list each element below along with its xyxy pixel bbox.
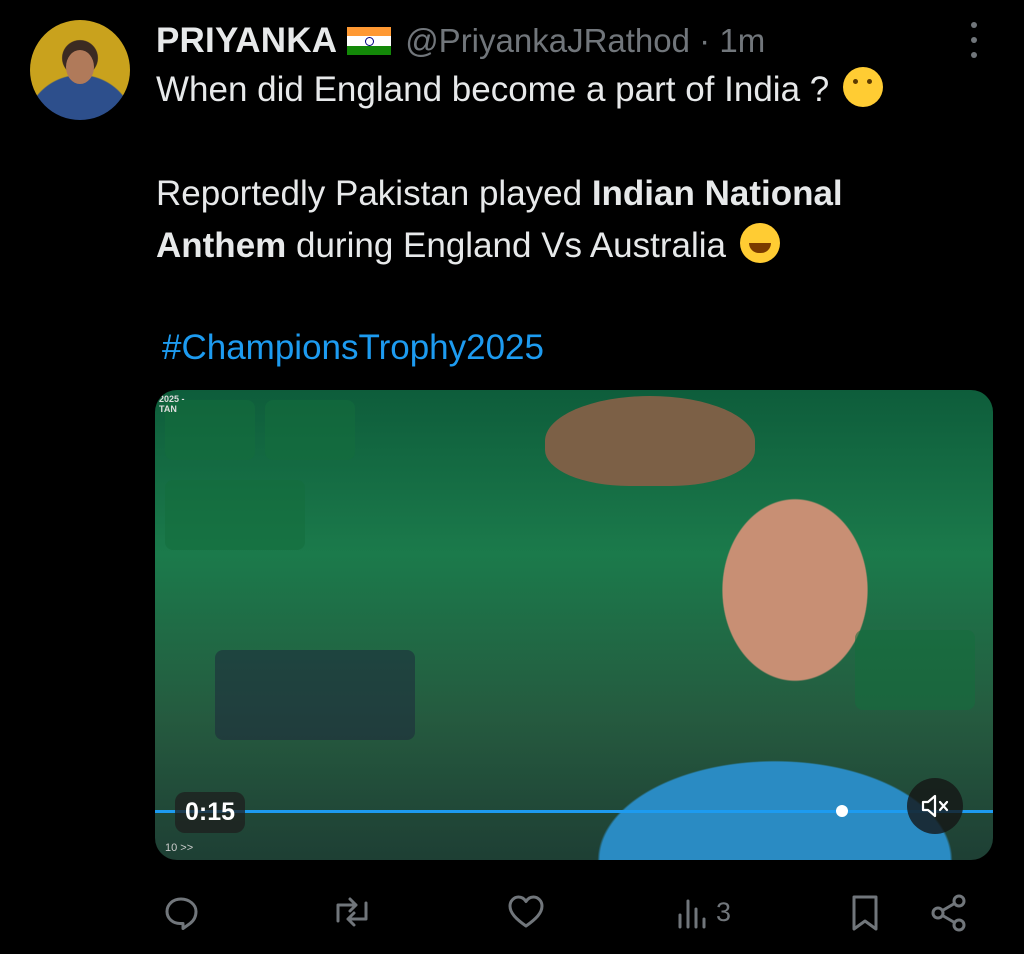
video-timestamp: 0:15 [175,792,246,833]
tweet-line-2-text: Reportedly Pakistan played [156,174,592,213]
share-button[interactable] [928,893,970,933]
reply-icon [165,897,198,930]
video-player[interactable]: 2025 - TAN 0:15 10 >> [155,390,993,860]
tweet-text-line-2: Reportedly Pakistan played Indian Nation… [156,168,843,220]
like-button[interactable] [506,893,546,931]
tweet-text-line-1: When did England become a part of India … [156,64,883,116]
heart-icon [508,895,544,928]
hashtag-link[interactable]: #ChampionsTrophy2025 [162,328,544,368]
views-button[interactable]: 3 [676,893,731,931]
bookmark-icon [852,895,878,931]
thinking-face-emoji [842,67,883,107]
tweet-text-line-3: Anthem during England Vs Australia [156,220,780,272]
tweet-header: PRIYANKA @PriyankaJRathod · 1m [156,18,765,64]
retweet-button[interactable] [330,893,374,931]
india-flag-icon [347,27,392,55]
retweet-icon [336,897,368,927]
player-head [545,396,755,486]
bold-phrase-1: Indian National [591,174,843,213]
separator-dot: · [699,22,711,59]
video-progress-bar[interactable] [155,805,993,817]
author-name[interactable]: PRIYANKA [156,21,337,61]
broadcast-watermark: 2025 - TAN [159,394,185,414]
tweet-line-1-text: When did England become a part of India … [156,70,830,109]
more-options-icon[interactable] [962,22,986,58]
tweet-line-3-text: during England Vs Australia [286,226,727,265]
bold-phrase-2: Anthem [156,226,287,265]
post-time[interactable]: 1m [719,22,765,60]
views-icon [678,899,706,929]
author-avatar[interactable] [30,20,130,120]
progress-knob[interactable] [836,805,849,817]
bookmark-button[interactable] [848,893,882,933]
views-count: 3 [716,896,732,927]
tears-of-joy-emoji [739,223,780,263]
volume-muted-icon[interactable] [907,778,963,834]
author-handle[interactable]: @PriyankaJRathod [405,22,690,60]
share-icon [931,894,966,932]
reply-button[interactable] [162,893,200,931]
tweet-actions: 3 [0,885,1024,941]
broadcast-controls-text: 10 >> [165,842,194,854]
